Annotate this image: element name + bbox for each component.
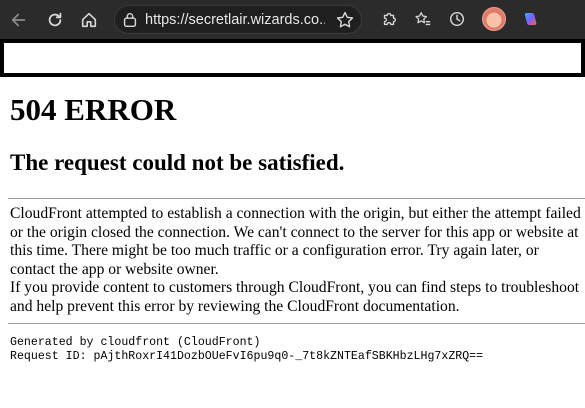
home-button[interactable] [74, 5, 104, 35]
arrow-left-icon [11, 13, 26, 26]
history-icon [449, 11, 465, 27]
reload-icon [48, 12, 62, 26]
copilot-icon [524, 13, 537, 25]
copilot-button[interactable] [514, 4, 548, 34]
url-text[interactable]: https://secretlair.wizards.co... [145, 12, 325, 28]
reload-button[interactable] [40, 5, 70, 35]
divider [8, 198, 585, 199]
divider [8, 323, 585, 324]
puzzle-icon [383, 12, 396, 26]
favorites-list-icon [415, 12, 431, 26]
request-id-text: Request ID: pAjthRoxrI41DozbOUeFvI6pu9q0… [10, 350, 484, 363]
error-title: 504 ERROR [10, 92, 177, 127]
page-header-bar [0, 39, 585, 77]
profile-avatar[interactable] [482, 7, 506, 31]
address-bar[interactable]: https://secretlair.wizards.co... [114, 5, 362, 34]
home-icon [81, 12, 97, 27]
error-footer: Generated by cloudfront (CloudFront) Requ… [10, 336, 483, 364]
favorites-button[interactable] [406, 4, 440, 34]
browser-toolbar: https://secretlair.wizards.co... [0, 0, 585, 39]
description-paragraph-1: CloudFront attempted to establish a conn… [10, 205, 581, 278]
error-description: CloudFront attempted to establish a conn… [10, 205, 585, 317]
back-button[interactable] [4, 5, 34, 35]
favorite-star-icon[interactable] [335, 10, 355, 35]
history-button[interactable] [440, 4, 474, 34]
description-paragraph-2: If you provide content to customers thro… [10, 279, 580, 315]
error-subtitle: The request could not be satisfied. [10, 150, 345, 175]
generated-by-text: Generated by cloudfront (CloudFront) [10, 336, 261, 349]
site-info-icon[interactable] [115, 11, 145, 29]
extensions-button[interactable] [372, 4, 406, 34]
